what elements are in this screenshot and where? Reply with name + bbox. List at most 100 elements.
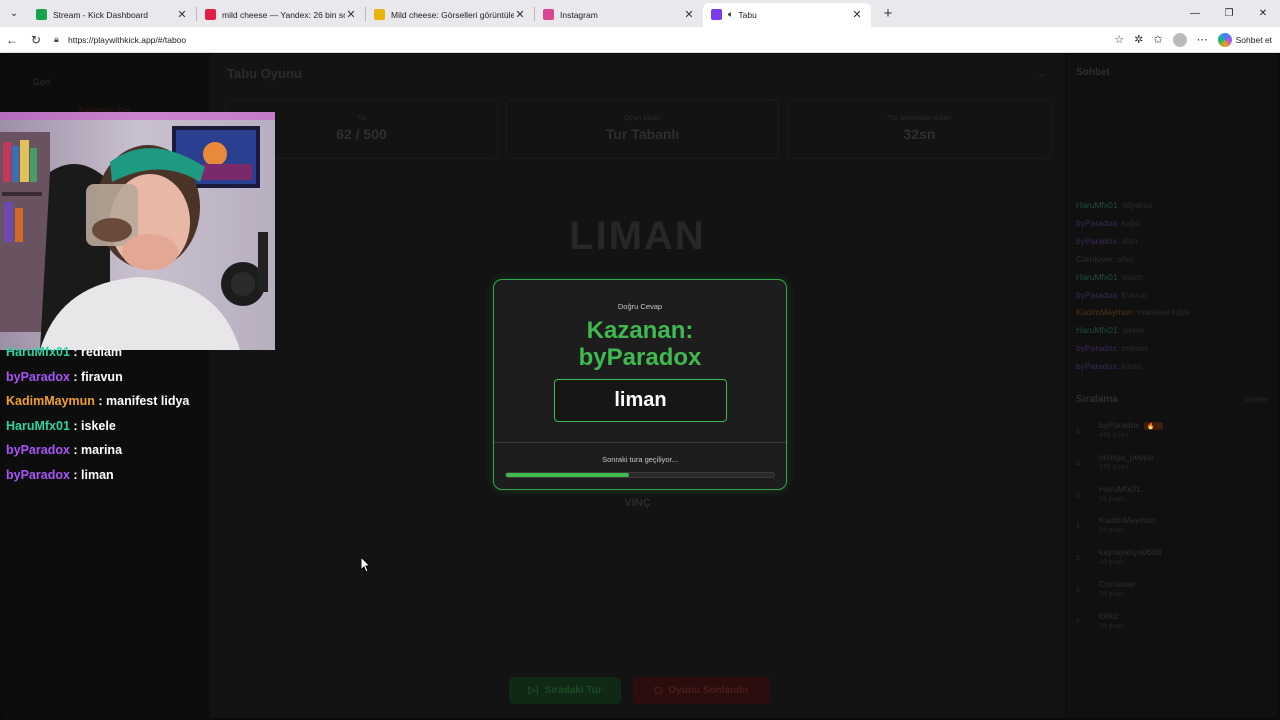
ranking-row: 2 omega_peppa 178 puan bbox=[1076, 452, 1268, 480]
new-tab-button[interactable]: + bbox=[877, 5, 899, 22]
reload-icon[interactable]: ↻ bbox=[24, 33, 48, 47]
browser-tab[interactable]: mild cheese — Yandex: 26 bin son ✕ bbox=[197, 3, 365, 27]
chat-username: KadimMaymun bbox=[1076, 307, 1133, 318]
overlay-chat-line: byParadox : marina bbox=[6, 443, 123, 457]
rank-points: 40 puan bbox=[1099, 559, 1125, 567]
ranking-row: 7 lotikz 18 puan bbox=[1076, 611, 1268, 639]
close-tab-icon[interactable]: ✕ bbox=[851, 8, 863, 21]
overlay-message: redlam bbox=[81, 345, 123, 359]
rank-name: lotikz bbox=[1099, 611, 1118, 621]
address-bar[interactable]: 🔒︎ https://playwithkick.app/#/taboo bbox=[54, 30, 1114, 50]
favorite-star-icon[interactable]: ☆ bbox=[1114, 33, 1124, 46]
tab-strip: ⌄ Stream - Kick Dashboard ✕ mild cheese — … bbox=[0, 0, 1280, 27]
ranking-header: Sıralama Göster bbox=[1076, 394, 1268, 405]
rank-username: kayrayahya0608 bbox=[1099, 547, 1162, 558]
rank-username: HaruMfx01 bbox=[1099, 483, 1141, 494]
tab-title: Tabu bbox=[738, 9, 757, 20]
rank-name: kayrayahya0608 bbox=[1099, 547, 1161, 557]
rank-number: 7 bbox=[1076, 618, 1080, 626]
minimize-icon[interactable]: — bbox=[1178, 0, 1212, 27]
rank-name: byParadox 🔥 8 bbox=[1099, 420, 1164, 430]
rank-points: 94 puan bbox=[1099, 495, 1125, 503]
window-controls: — ❐ ✕ bbox=[1178, 0, 1280, 27]
copilot-label: Sohbet et bbox=[1235, 34, 1272, 45]
close-tab-icon[interactable]: ✕ bbox=[683, 8, 695, 21]
chat-message: Cornlover: altın bbox=[1076, 253, 1134, 264]
chat-username: HaruMfx01 bbox=[1076, 325, 1118, 336]
rank-username: byParadox bbox=[1099, 420, 1140, 430]
tab-title: Stream - Kick Dashboard bbox=[53, 9, 148, 20]
close-tab-icon[interactable]: ✕ bbox=[345, 8, 357, 21]
close-tab-icon[interactable]: ✕ bbox=[514, 8, 526, 21]
tab-title: Mild cheese: Görselleri görüntüley bbox=[391, 9, 514, 20]
more-menu-icon[interactable]: ⋯ bbox=[1197, 33, 1208, 46]
browser-tab[interactable]: Instagram ✕ bbox=[535, 3, 703, 27]
browser-tab[interactable]: Mild cheese: Görselleri görüntüley ✕ bbox=[366, 3, 534, 27]
back-icon[interactable]: ← bbox=[0, 33, 24, 47]
end-game-button[interactable]: ◻ Oyunu Sonlandır bbox=[633, 677, 770, 704]
rank-number: 6 bbox=[1076, 587, 1080, 594]
chat-username: Cornlover bbox=[1076, 253, 1113, 264]
next-round-text: Sonraki tura geçiliyor... bbox=[602, 455, 678, 464]
rank-username: Cornlover bbox=[1099, 579, 1136, 589]
ranking-row: 1 byParadox 🔥 8 448 puan bbox=[1076, 420, 1268, 448]
arrow-left-icon[interactable]: ← bbox=[1037, 66, 1049, 80]
close-window-icon[interactable]: ✕ bbox=[1246, 0, 1280, 27]
restore-icon[interactable]: ❐ bbox=[1212, 0, 1246, 27]
site-info-icon[interactable]: 🔒︎ bbox=[54, 34, 68, 45]
next-round-button[interactable]: ▷| Sıradaki Tur bbox=[509, 677, 621, 704]
copilot-button[interactable]: Sohbet et bbox=[1217, 32, 1272, 47]
back-link[interactable]: Geri bbox=[33, 77, 50, 87]
chat-text: lidyalılar bbox=[1122, 200, 1154, 210]
stat-time-left: Tur Sonundan Kalan 32sn bbox=[787, 99, 1052, 159]
progress-fill bbox=[506, 473, 630, 477]
rank-points: 178 puan bbox=[1099, 463, 1129, 471]
ranking-show-button[interactable]: Göster bbox=[1244, 395, 1268, 404]
speaker-icon[interactable]: 🔈︎ bbox=[728, 9, 733, 20]
chat-username: HaruMfx01 bbox=[1076, 200, 1118, 210]
overlay-chat-line: byParadox : liman bbox=[6, 467, 114, 482]
profile-avatar[interactable] bbox=[1172, 32, 1187, 47]
overlay-message: manifest lidya bbox=[106, 394, 190, 408]
chat-message: HaruMfx01: talam bbox=[1076, 271, 1144, 282]
overlay-username: KadimMaymun bbox=[6, 394, 95, 408]
chat-text: altın bbox=[1121, 235, 1138, 246]
browser-tab[interactable]: 🔈︎ Tabu ✕ bbox=[703, 2, 871, 27]
overlay-username: HaruMfx01 bbox=[6, 418, 70, 433]
winner-label: Kazanan: bbox=[586, 317, 694, 344]
overlay-username: byParadox bbox=[6, 443, 70, 457]
yandex-images-icon bbox=[374, 9, 385, 20]
chat-username: byParadox bbox=[1076, 289, 1117, 300]
next-round-label: Sıradaki Tur bbox=[544, 685, 602, 696]
tab-actions-chevron-icon[interactable]: ⌄ bbox=[2, 4, 26, 24]
mouse-cursor-icon bbox=[361, 557, 371, 573]
rank-username: omega_peppa bbox=[1099, 451, 1154, 462]
extensions-icon[interactable]: ✲ bbox=[1134, 33, 1143, 46]
chat-text: talam bbox=[1122, 271, 1144, 282]
end-game-label: Oyunu Sonlandır bbox=[668, 685, 749, 696]
overlay-username: HaruMfx01 bbox=[6, 345, 70, 359]
close-tab-icon[interactable]: ✕ bbox=[176, 8, 188, 21]
url-text: https://playwithkick.app/#/taboo bbox=[68, 34, 187, 45]
forbidden-word: VINÇ bbox=[624, 497, 651, 509]
rank-number: 5 bbox=[1076, 555, 1080, 563]
rank-points: 448 puan bbox=[1099, 432, 1129, 439]
chat-text: marina bbox=[1121, 343, 1148, 354]
overlay-message: liman bbox=[81, 467, 114, 482]
chat-message: byParadox: marina bbox=[1076, 343, 1148, 354]
winner-modal: Doğru Cevap Kazanan: byParadox liman Son… bbox=[493, 279, 787, 490]
stat-mode: Oyun Modu Tur Tabanlı bbox=[506, 99, 779, 159]
rank-username: lotikz bbox=[1099, 610, 1119, 621]
overlay-chat-line: HaruMfx01 : redlam bbox=[6, 345, 123, 359]
chat-message: KadimMaymun: manifest lidya bbox=[1076, 307, 1190, 318]
overlay-chat-line: HaruMfx01 : iskele bbox=[6, 418, 116, 433]
stop-icon: ◻ bbox=[654, 685, 663, 696]
browser-tab[interactable]: Stream - Kick Dashboard ✕ bbox=[28, 3, 196, 27]
rank-name: KadimMaymun bbox=[1099, 515, 1156, 525]
chat-text: altın bbox=[1117, 253, 1134, 264]
favorites-icon[interactable]: ✩ bbox=[1153, 33, 1162, 46]
rank-name: Cornlover bbox=[1099, 579, 1136, 589]
browser-toolbar: ← ↻ 🔒︎ https://playwithkick.app/#/taboo … bbox=[0, 27, 1280, 53]
rank-number: 3 bbox=[1076, 491, 1080, 499]
webcam-image bbox=[0, 112, 275, 350]
